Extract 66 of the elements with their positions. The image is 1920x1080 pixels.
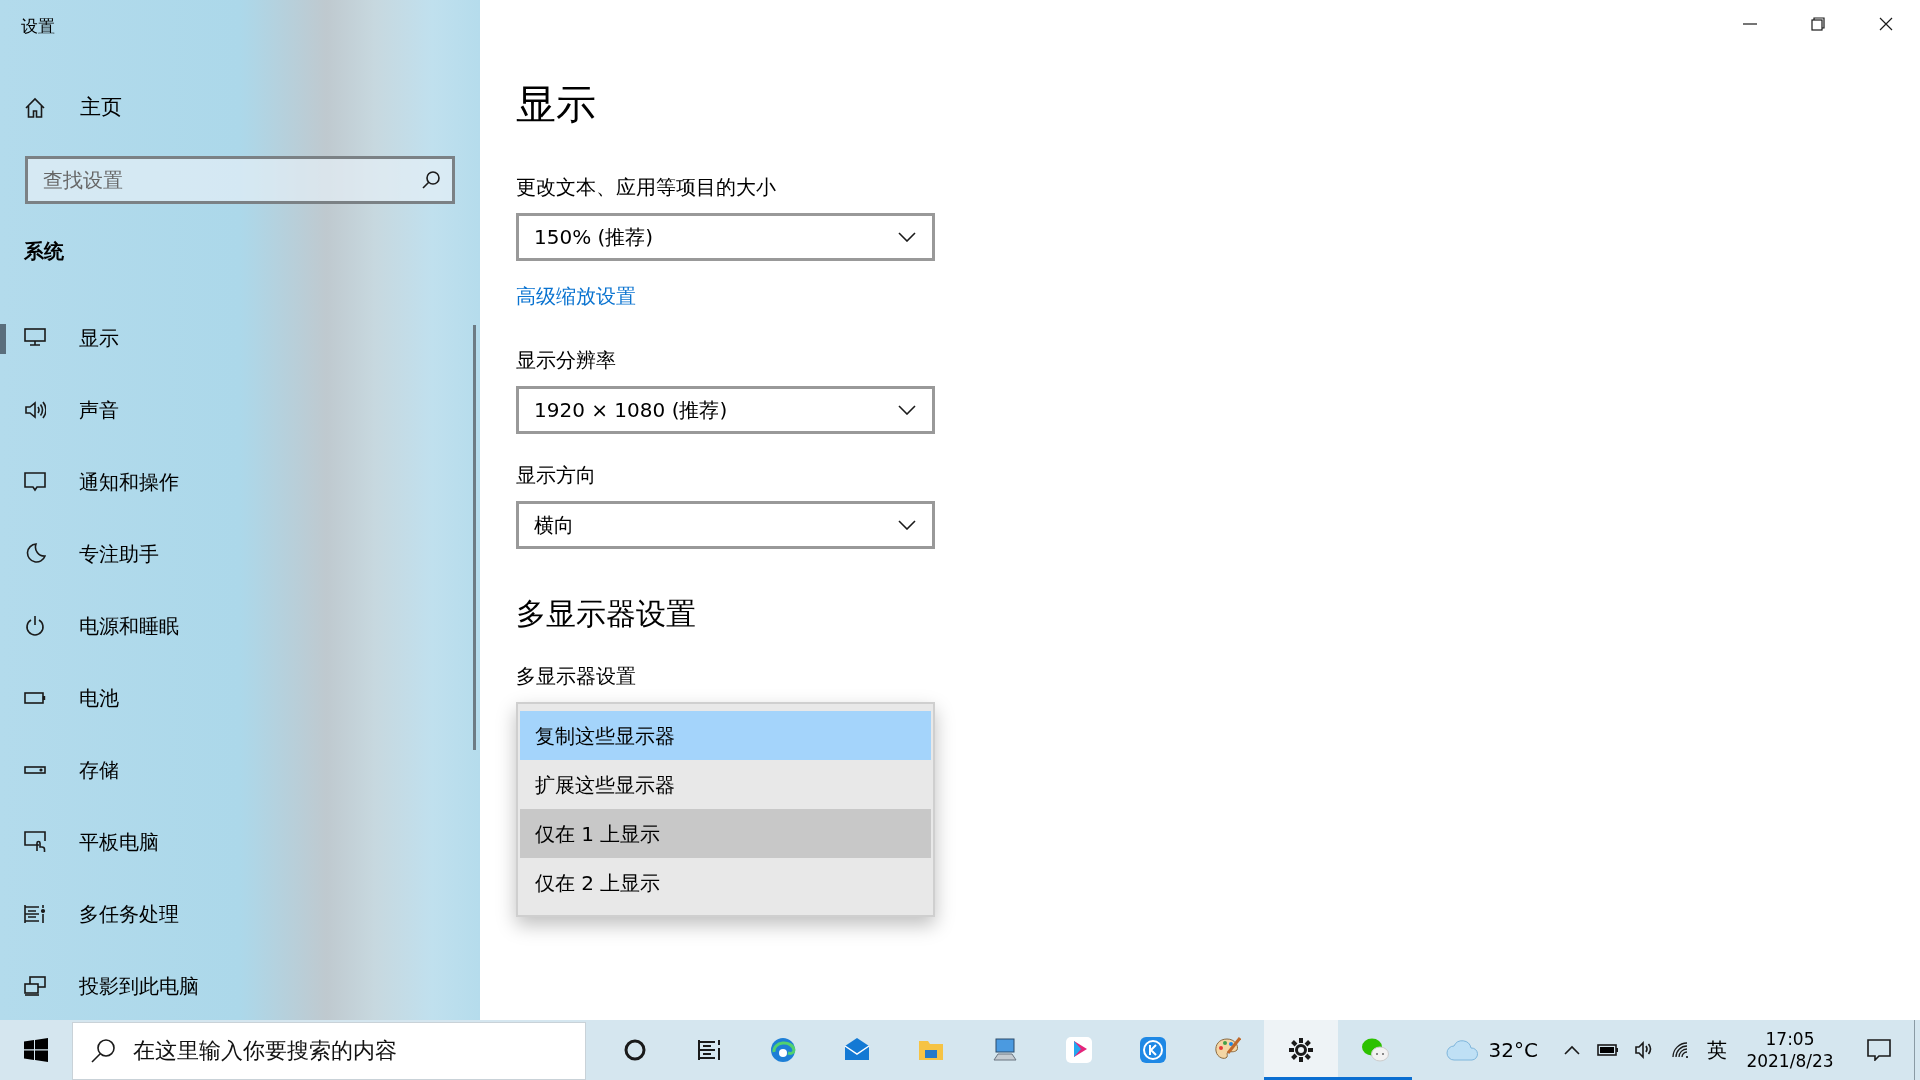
window-title: 设置 [20,15,56,38]
power-icon [24,615,46,637]
minimize-icon [1743,23,1757,25]
notification-icon [1867,1039,1891,1061]
sidebar-item[interactable]: 专注助手 [0,518,480,590]
gear-icon [1287,1036,1315,1064]
play-icon [1065,1036,1093,1064]
chevron-down-icon [898,520,916,530]
speaker-icon [24,399,46,421]
moon-icon [24,543,46,565]
input-method-button[interactable]: 英 [1698,1020,1736,1080]
field-label: 多显示器设置 [516,663,637,690]
sidebar-item[interactable]: 声音 [0,374,480,446]
sidebar-item[interactable]: 多任务处理 [0,878,480,950]
close-icon [1879,17,1893,31]
monitor-icon [24,327,46,349]
cloud-icon [1445,1039,1480,1061]
computer-icon [991,1036,1019,1064]
speech-bubble-icon [24,471,46,493]
clock-time: 17:05 [1764,1027,1816,1050]
windows-logo-icon [24,1038,48,1062]
multitask-icon [24,903,46,925]
speaker-icon [1634,1041,1654,1059]
clock-button[interactable]: 17:05 2021/8/23 [1736,1027,1844,1073]
section-heading: 多显示器设置 [516,599,697,629]
home-icon [24,97,46,119]
clock-date: 2021/8/23 [1745,1050,1835,1073]
search-field[interactable]: 查找设置 [25,156,455,204]
sidebar-item[interactable]: 显示 [0,302,480,374]
field-label: 显示方向 [516,462,597,489]
battery-icon [1597,1042,1619,1058]
advanced-scaling-link[interactable]: 高级缩放设置 [516,281,636,311]
field-label: 显示分辨率 [516,347,617,374]
sidebar-item[interactable]: 通知和操作 [0,446,480,518]
search-icon [90,1037,116,1064]
sidebar-item[interactable]: 投影到此电脑 [0,950,480,1022]
sidebar-item[interactable]: 平板电脑 [0,806,480,878]
home-link[interactable]: 主页 [0,60,480,156]
dropdown[interactable]: 横向 [516,501,935,549]
dropdown-option[interactable]: 仅在 1 上显示 [520,809,931,858]
chevron-down-icon [898,232,916,242]
sidebar-item[interactable]: 存储 [0,734,480,806]
chat-bubbles-icon [1361,1036,1389,1064]
sidebar-item[interactable]: 电源和睡眠 [0,590,480,662]
dropdown[interactable]: 150% (推荐) [516,213,935,261]
restore-icon [1811,17,1825,31]
dropdown-option[interactable]: 仅在 2 上显示 [520,858,931,907]
chevron-up-icon [1563,1043,1581,1057]
taskbar-app[interactable] [1264,1020,1338,1080]
tablet-icon [24,831,46,853]
music-app-icon [1139,1036,1167,1064]
page-title: 显示 [516,84,597,124]
screens-icon [24,975,46,997]
browser-icon [769,1036,797,1064]
chevron-down-icon [898,405,916,415]
section-heading: 系统 [23,238,65,265]
taskbar-search-field[interactable]: 在这里输入你要搜索的内容 [72,1021,586,1080]
weather-temperature: 32°C [1488,1037,1538,1064]
dropdown[interactable]: 1920 × 1080 (推荐) [516,386,935,434]
dropdown-option[interactable]: 扩展这些显示器 [520,760,931,809]
scrollbar[interactable] [473,325,476,750]
dropdown-option[interactable]: 复制这些显示器 [520,711,931,760]
sidebar-item[interactable]: 电池 [0,662,480,734]
field-label: 更改文本、应用等项目的大小 [516,174,777,201]
wifi-icon [1671,1041,1689,1059]
search-icon [421,170,441,190]
